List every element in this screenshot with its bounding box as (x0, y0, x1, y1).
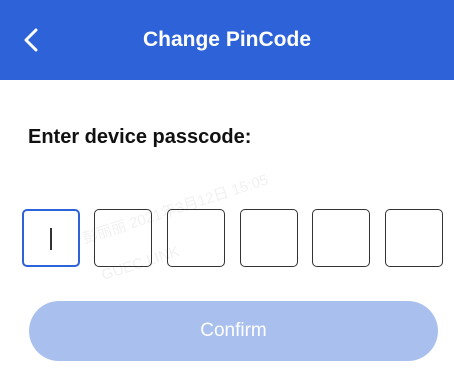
back-button[interactable] (14, 22, 50, 58)
pin-digit-1[interactable] (22, 209, 80, 267)
pin-digit-3[interactable] (167, 209, 225, 267)
pin-digit-5[interactable] (312, 209, 370, 267)
pin-input-group (20, 209, 444, 269)
pin-digit-2[interactable] (94, 209, 152, 267)
confirm-button[interactable]: Confirm (29, 301, 438, 361)
chevron-left-icon (24, 28, 38, 52)
app-header: Change PinCode (0, 0, 454, 80)
pin-digit-6[interactable] (385, 209, 443, 267)
change-pincode-screen: Change PinCode Enter device passcode: Co… (0, 0, 454, 382)
pin-digit-4[interactable] (240, 209, 298, 267)
passcode-prompt: Enter device passcode: (28, 126, 252, 148)
text-caret (50, 228, 52, 250)
page-title: Change PinCode (142, 28, 311, 51)
